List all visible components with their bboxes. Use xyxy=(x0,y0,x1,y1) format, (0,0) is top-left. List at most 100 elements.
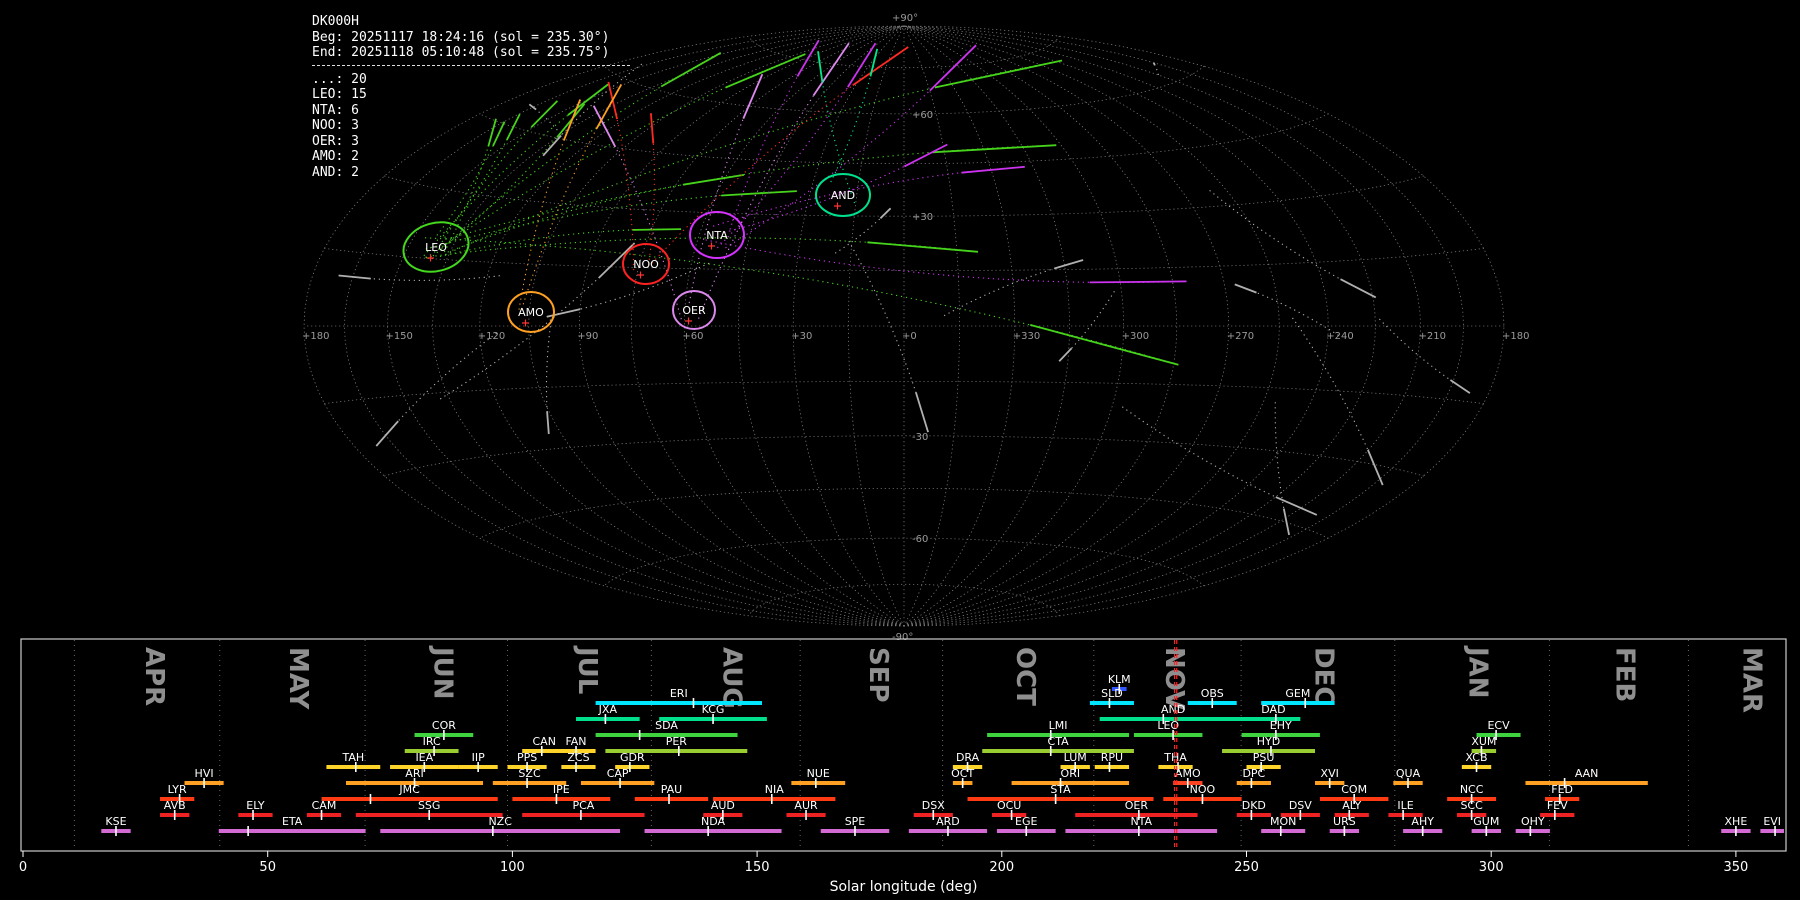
latitude-label: +30 xyxy=(912,212,933,223)
month-label: APR xyxy=(139,647,169,706)
x-axis-title: Solar longitude (deg) xyxy=(830,879,978,895)
meteor-segment xyxy=(934,59,1063,89)
meteor-segment xyxy=(721,190,797,197)
shower-code-label: PAU xyxy=(661,783,683,796)
obs-begin-line: Beg: 20251117 18:24:16 (sol = 235.30°) xyxy=(312,29,610,45)
shower-code-label: URS xyxy=(1333,815,1356,828)
obs-end-line: End: 20251118 05:10:48 (sol = 235.75°) xyxy=(312,45,610,60)
meteor-segment xyxy=(932,144,1057,154)
axis-tick-label: 150 xyxy=(745,860,770,875)
shower-code-label: CAP xyxy=(607,767,629,780)
meteor-segment xyxy=(375,420,399,447)
month-label: MAY xyxy=(283,647,313,711)
shower-code-label: NIA xyxy=(765,783,784,796)
month-label: AUG xyxy=(716,647,746,709)
month-label: JUN xyxy=(428,645,458,700)
shower-code-label: LUM xyxy=(1064,751,1087,764)
south-pole-label: -90° xyxy=(892,632,913,643)
shower-code-label: COR xyxy=(432,719,456,732)
meteor-segment xyxy=(1340,278,1377,299)
shower-code-label: PER xyxy=(666,735,688,748)
meteor-segment xyxy=(546,308,581,318)
axis-tick-label: 350 xyxy=(1723,860,1748,875)
shower-code-label: ETA xyxy=(282,815,303,828)
meteor-trail-path xyxy=(725,44,977,249)
meteor-segment xyxy=(742,73,764,119)
longitude-label: +240 xyxy=(1326,331,1353,342)
shower-code-label: IRC xyxy=(423,735,441,748)
shower-code-label: SSG xyxy=(418,799,441,812)
radiant-fit-marker xyxy=(708,242,715,250)
shower-code-label: ARD xyxy=(936,815,960,828)
shower-code-label: RPU xyxy=(1101,751,1123,764)
shower-code-label: QUA xyxy=(1396,767,1421,780)
shower-code-label: XCB xyxy=(1466,751,1488,764)
meteor-segment xyxy=(1058,347,1073,362)
meteor-trail-path xyxy=(425,190,797,250)
shower-code-label: XVI xyxy=(1321,767,1339,780)
shower-count-row: AMO: 2 xyxy=(312,149,359,164)
meteor-segment xyxy=(1029,324,1179,366)
radiant-fit-marker xyxy=(834,202,841,210)
meteor-segment xyxy=(1449,379,1471,394)
shower-code-label: LMI xyxy=(1049,719,1068,732)
shower-code-label: OCT xyxy=(951,767,974,780)
shower-code-label: GUM xyxy=(1473,815,1499,828)
radiant-fit-marker xyxy=(685,317,692,325)
radiant-code-label: OER xyxy=(682,304,706,317)
meteor-trail-path xyxy=(1234,283,1339,336)
meteor-segment xyxy=(1275,496,1318,516)
month-label: FEB xyxy=(1609,647,1639,702)
shower-code-label: AUD xyxy=(711,799,735,812)
shower-code-label: HVI xyxy=(195,767,214,780)
longitude-label: +60 xyxy=(682,331,703,342)
radiant-code-label: NOO xyxy=(633,258,659,271)
shower-code-label: XHE xyxy=(1725,815,1748,828)
shower-code-label: FAN xyxy=(565,735,586,748)
meteor-segment xyxy=(1152,62,1156,66)
month-label: MAR xyxy=(1737,647,1767,713)
latitude-label: -30 xyxy=(912,432,928,443)
shower-code-label: AMO xyxy=(1175,767,1201,780)
meteor-segment xyxy=(338,274,371,280)
shower-code-label: NZC xyxy=(488,815,512,828)
shower-count-row: NTA: 6 xyxy=(312,102,359,118)
meteor-segment xyxy=(1234,283,1257,294)
month-label: JAN xyxy=(1463,645,1493,699)
shower-code-label: SCC xyxy=(1460,799,1483,812)
meteor-segment xyxy=(812,42,850,97)
shower-code-label: FEV xyxy=(1547,799,1568,812)
shower-code-label: SZC xyxy=(518,767,541,780)
radiant-code-label: LEO xyxy=(425,241,447,254)
shower-code-label: DRA xyxy=(956,751,980,764)
axis-tick-label: 300 xyxy=(1479,860,1504,875)
meteor-segment xyxy=(1367,449,1384,486)
shower-code-label: ZCS xyxy=(567,751,589,764)
longitude-label: +300 xyxy=(1122,331,1149,342)
shower-code-label: IEA xyxy=(415,751,433,764)
shower-code-label: COM xyxy=(1341,783,1367,796)
shower-code-label: SPE xyxy=(845,815,866,828)
axis-tick-label: 100 xyxy=(500,860,525,875)
meteor-segment xyxy=(915,392,929,433)
shower-code-label: KSE xyxy=(105,815,126,828)
shower-code-label: SDA xyxy=(655,719,678,732)
meteor-trail-path xyxy=(424,237,1179,366)
shower-code-label: GEM xyxy=(1285,687,1310,700)
shower-code-label: THA xyxy=(1163,751,1187,764)
shower-code-label: STA xyxy=(1050,783,1071,796)
shower-count-row: ...: 20 xyxy=(312,71,367,87)
shower-code-label: AVB xyxy=(164,799,186,812)
longitude-label: +90 xyxy=(577,331,598,342)
shower-code-label: KCG xyxy=(702,703,725,716)
shower-code-label: AHY xyxy=(1411,815,1434,828)
meteor-trail-path xyxy=(1292,317,1384,486)
shower-code-label: EGE xyxy=(1015,815,1037,828)
shower-code-label: OBS xyxy=(1201,687,1224,700)
north-pole-label: +90° xyxy=(892,13,918,24)
latitude-label: -60 xyxy=(912,534,928,545)
longitude-label: +150 xyxy=(385,331,412,342)
meteor-trail-path xyxy=(439,228,682,258)
shower-code-label: IIP xyxy=(472,751,485,764)
shower-code-label: CTA xyxy=(1048,735,1070,748)
